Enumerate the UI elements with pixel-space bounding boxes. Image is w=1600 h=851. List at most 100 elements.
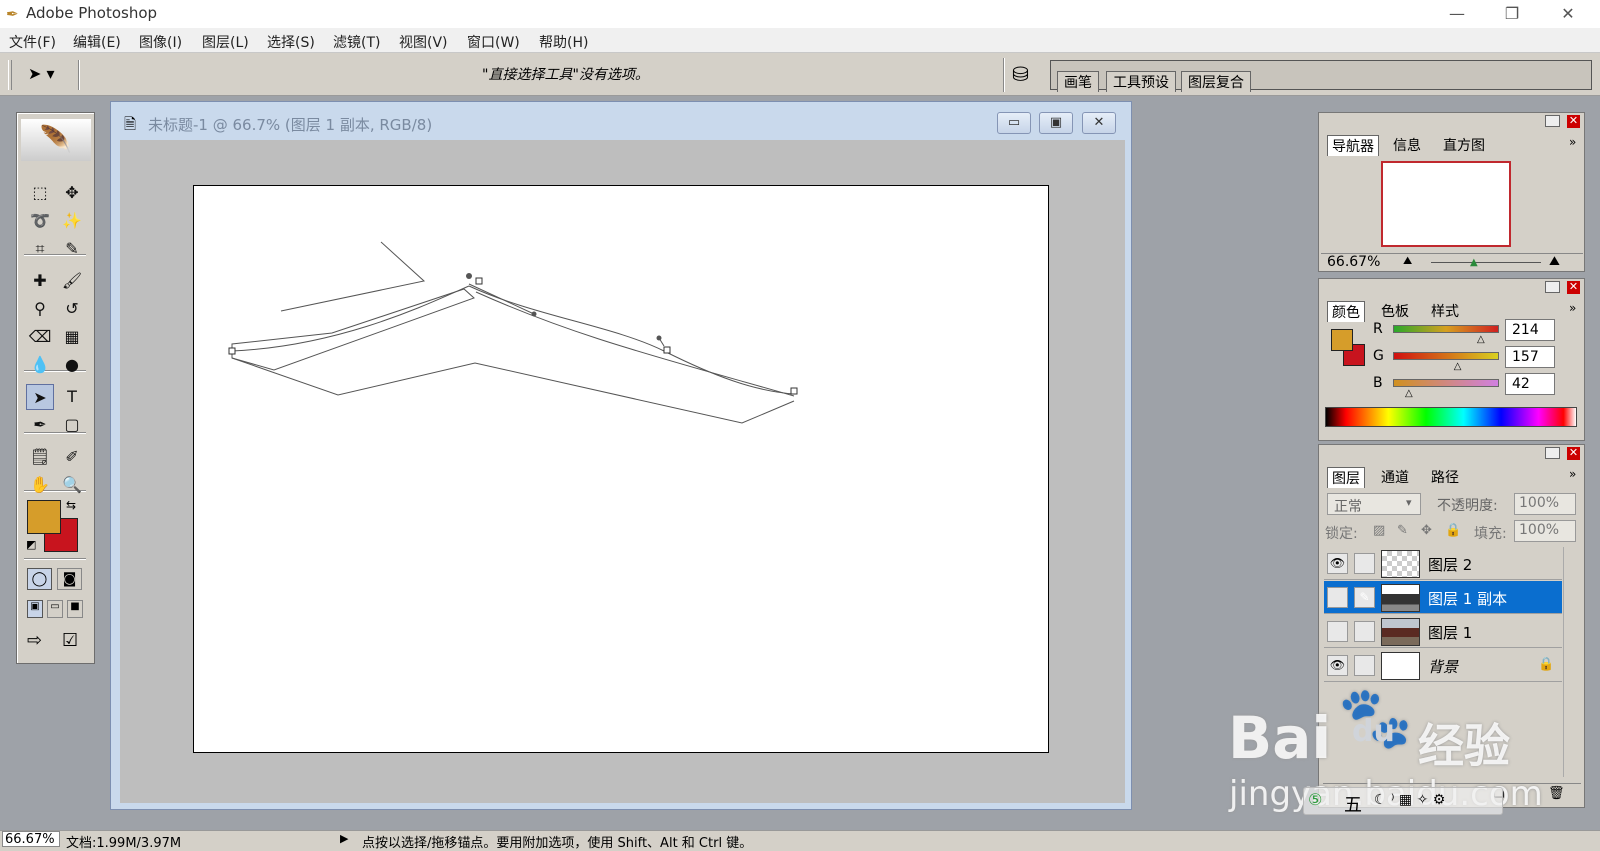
layer-row-selected[interactable]: ✎ 图层 1 副本 [1324,581,1562,614]
palette-close-button[interactable]: ✕ [1567,115,1580,128]
menu-layer[interactable]: 图层(L) [202,32,249,52]
zoom-out-icon[interactable]: ⛰ [1403,254,1412,268]
ime-mode[interactable]: 五 [1344,791,1362,817]
status-zoom-input[interactable]: 66.67% [2,831,60,847]
red-slider-thumb[interactable]: △ [1477,334,1485,345]
color-foreground-swatch[interactable] [1331,329,1353,351]
menu-image[interactable]: 图像(I) [139,32,182,52]
hand-tool-icon[interactable]: ✋ [26,472,54,498]
close-button[interactable]: ✕ [1548,2,1588,26]
color-spectrum-ramp[interactable] [1325,407,1577,427]
file-browser-icon[interactable]: ⛁ [1012,62,1029,86]
eye-hidden-cell[interactable] [1327,621,1348,642]
clone-stamp-icon[interactable]: ⚲ [26,296,54,322]
ime-moon-icon[interactable]: ☾ ⁾ ▦ ✧ ⚙ [1374,792,1445,808]
doc-close-button[interactable]: ✕ [1082,112,1116,134]
quick-mask-icon[interactable]: ◙ [57,568,82,590]
tab-tool-presets[interactable]: 工具预设 [1106,71,1176,92]
zoom-in-icon[interactable]: ⛰ [1549,254,1560,269]
red-slider[interactable] [1393,325,1499,333]
move-tool-icon[interactable]: ✥ [58,180,86,206]
tool-preset-arrow-icon[interactable]: ➤ ▾ [28,64,55,83]
eye-icon[interactable]: 👁 [1327,553,1348,574]
pen-tool-icon[interactable]: ✒ [26,412,54,438]
marquee-tool-icon[interactable]: ⬚ [26,180,54,206]
menu-help[interactable]: 帮助(H) [539,32,588,52]
palette-menu-icon[interactable]: » [1569,301,1576,315]
layer-row[interactable]: 👁 背景 🔒 [1324,649,1562,682]
jump-to-imageready-icon[interactable]: ⇨ [27,630,42,651]
blue-value-input[interactable]: 42 [1505,373,1555,395]
screen-mode-standard-icon[interactable]: ▣ [27,600,43,618]
green-slider-thumb[interactable]: △ [1454,361,1462,372]
palette-minimize-button[interactable] [1545,115,1560,127]
tab-navigator[interactable]: 导航器 [1327,135,1379,156]
foreground-color-swatch[interactable] [27,500,61,534]
ime-logo-icon[interactable]: ⑤ [1308,790,1322,809]
link-cell[interactable] [1354,621,1375,642]
shape-tool-icon[interactable]: ▢ [58,412,86,438]
history-brush-icon[interactable]: ↺ [58,296,86,322]
palette-menu-icon[interactable]: » [1569,467,1576,481]
dodge-tool-icon[interactable]: ● [58,352,86,378]
menu-file[interactable]: 文件(F) [9,32,56,52]
lock-all-icon[interactable]: 🔒 [1445,523,1461,538]
blue-slider[interactable] [1393,379,1499,387]
lock-position-icon[interactable]: ✥ [1421,523,1432,538]
menu-select[interactable]: 选择(S) [267,32,315,52]
tab-paths[interactable]: 路径 [1431,467,1459,487]
eye-icon[interactable]: 👁 [1327,655,1348,676]
eye-hidden-cell[interactable] [1327,587,1348,608]
doc-maximize-button[interactable]: ▣ [1039,112,1073,134]
tab-info[interactable]: 信息 [1393,135,1421,155]
menu-edit[interactable]: 编辑(E) [73,32,121,52]
palette-minimize-button[interactable] [1545,281,1560,293]
menu-view[interactable]: 视图(V) [399,32,448,52]
menu-filter[interactable]: 滤镜(T) [333,32,380,52]
navigator-preview[interactable] [1381,161,1511,247]
healing-brush-icon[interactable]: ✚ [26,268,54,294]
blend-mode-select[interactable]: 正常 ▾ [1327,493,1421,515]
screen-mode-full-menu-icon[interactable]: ▭ [47,600,63,618]
navigator-zoom-value[interactable]: 66.67% [1327,254,1380,270]
zoom-slider-thumb[interactable]: ▲ [1470,257,1478,268]
slice-tool-icon[interactable]: ✎ [58,236,86,262]
palette-minimize-button[interactable] [1545,447,1560,459]
eraser-tool-icon[interactable]: ⌫ [26,324,54,350]
brush-icon[interactable]: ✎ [1354,587,1375,608]
edit-imageready-icon[interactable]: ☑ [62,630,78,651]
canvas[interactable] [193,185,1049,753]
red-value-input[interactable]: 214 [1505,319,1555,341]
tab-brushes[interactable]: 画笔 [1057,71,1099,92]
tab-swatches[interactable]: 色板 [1381,301,1409,321]
default-colors-icon[interactable]: ◩ [26,538,36,551]
layer-row[interactable]: 图层 1 [1324,615,1562,648]
minimize-button[interactable]: — [1437,2,1477,26]
green-slider[interactable] [1393,352,1499,360]
magic-wand-icon[interactable]: ✨ [58,208,86,234]
zoom-slider-track[interactable] [1431,262,1541,263]
restore-button[interactable]: ❐ [1492,2,1532,26]
fill-input[interactable]: 100% [1514,520,1576,542]
swap-colors-icon[interactable]: ⇆ [66,498,76,512]
brush-tool-icon[interactable]: 🖌 [58,268,86,294]
trash-icon[interactable]: 🗑 [1548,786,1565,801]
opacity-input[interactable]: 100% [1514,493,1576,515]
tab-styles[interactable]: 样式 [1431,301,1459,321]
menu-window[interactable]: 窗口(W) [467,32,520,52]
tab-channels[interactable]: 通道 [1381,467,1409,487]
layer-row[interactable]: 👁 图层 2 [1324,547,1562,580]
status-menu-arrow-icon[interactable]: ▶ [340,832,348,845]
type-tool-icon[interactable]: T [58,384,86,410]
tab-layers[interactable]: 图层 [1327,467,1365,488]
notes-tool-icon[interactable]: 🗒 [26,444,54,470]
palette-close-button[interactable]: ✕ [1567,447,1580,460]
tab-histogram[interactable]: 直方图 [1443,135,1485,155]
tab-layer-comps[interactable]: 图层复合 [1181,71,1251,92]
zoom-tool-icon[interactable]: 🔍 [58,472,86,498]
adobe-online-feather-icon[interactable]: 🪶 [21,119,91,161]
palette-menu-icon[interactable]: » [1569,135,1576,149]
standard-mode-icon[interactable]: ◯ [27,568,52,590]
lasso-tool-icon[interactable]: ➰ [26,208,54,234]
lock-transparent-icon[interactable]: ▨ [1373,523,1385,538]
